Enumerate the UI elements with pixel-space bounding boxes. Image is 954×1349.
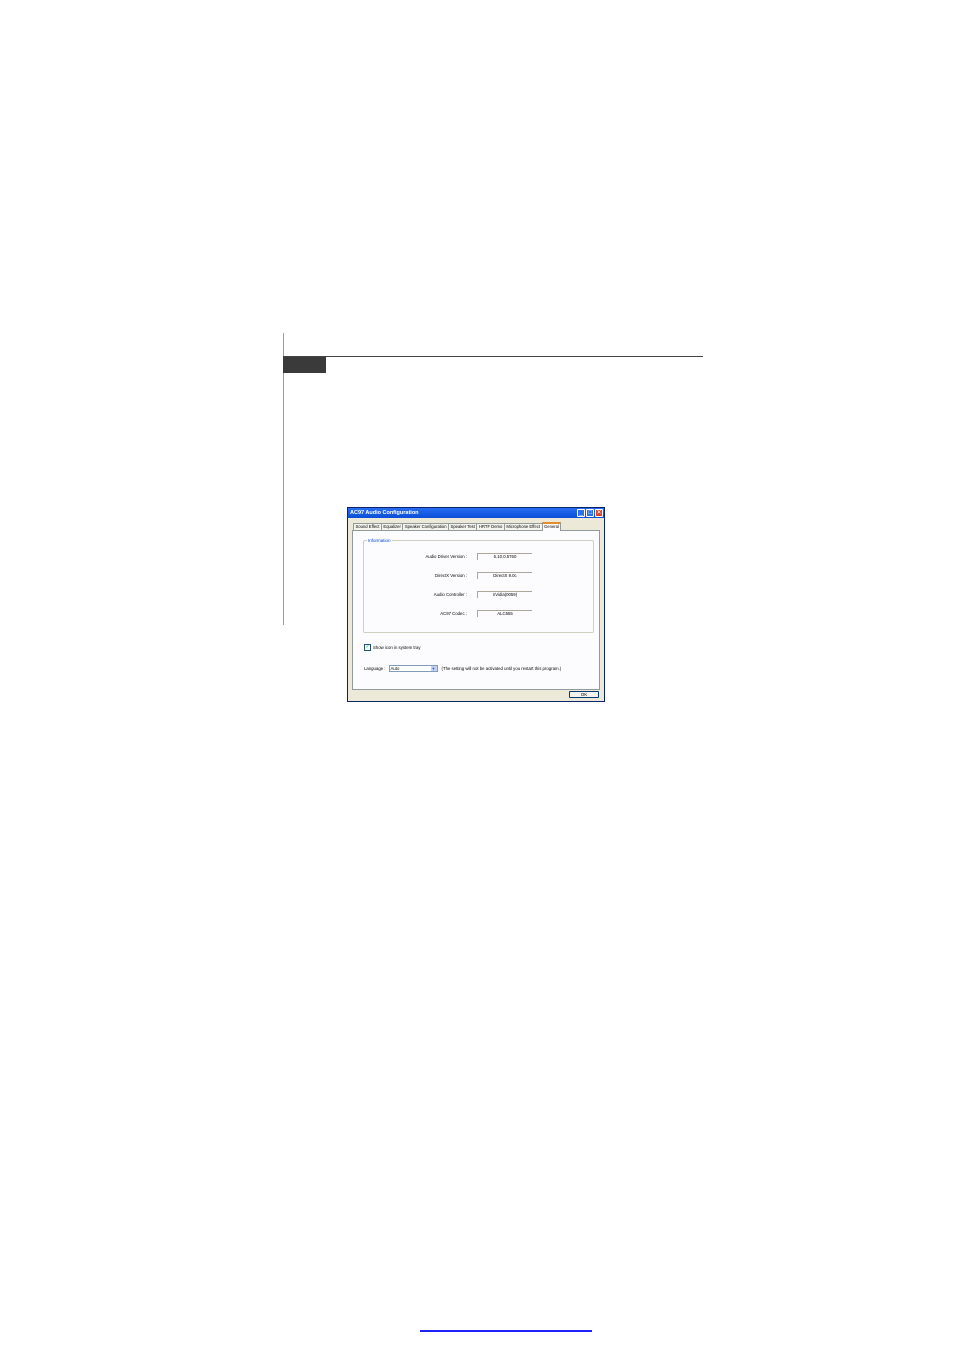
page-header-tab xyxy=(283,357,326,373)
ac97-config-window: AC97 Audio Configuration _ □ ✕ Sound Eff… xyxy=(347,507,605,702)
tab-hrtf-demo[interactable]: HRTF Demo xyxy=(476,523,505,530)
system-tray-option: ✓ Show icon in system tray xyxy=(364,644,421,651)
window-title: AC97 Audio Configuration xyxy=(350,510,419,516)
language-note: (The setting will not be activated until… xyxy=(441,666,562,671)
tab-microphone-effect[interactable]: Microphone Effect xyxy=(503,523,543,530)
system-tray-checkbox[interactable]: ✓ xyxy=(364,644,371,651)
tab-general[interactable]: General xyxy=(541,522,562,531)
language-selected-value: Auto xyxy=(390,666,400,671)
info-label: AC97 Codec : xyxy=(440,611,467,616)
info-row-audio-controller: Audio Controller : nVidia(0059) xyxy=(364,591,593,599)
language-select[interactable]: Auto ▼ xyxy=(388,665,438,672)
page-header-rule xyxy=(283,356,703,357)
ok-button[interactable]: OK xyxy=(569,691,599,698)
info-value: DirectX 9.0c xyxy=(477,572,532,579)
info-row-ac97-codec: AC97 Codec : ALC655 xyxy=(364,610,593,618)
title-bar[interactable]: AC97 Audio Configuration _ □ ✕ xyxy=(348,508,604,518)
info-label: DirectX Version : xyxy=(435,573,467,578)
info-value: 5.10.0.5760 xyxy=(477,553,532,560)
info-label: Audio Controller : xyxy=(433,592,467,597)
page-margin-line xyxy=(283,333,284,625)
chevron-down-icon[interactable]: ▼ xyxy=(430,666,437,671)
info-value: nVidia(0059) xyxy=(477,591,532,598)
general-panel: Information Audio Driver Version : 5.10.… xyxy=(352,530,600,690)
minimize-button[interactable]: _ xyxy=(577,509,585,517)
language-label: Language : xyxy=(364,666,386,671)
window-controls: _ □ ✕ xyxy=(577,509,603,517)
info-row-directx-version: DirectX Version : DirectX 9.0c xyxy=(364,572,593,580)
close-button[interactable]: ✕ xyxy=(595,509,603,517)
tab-sound-effect[interactable]: Sound Effect xyxy=(353,523,382,530)
tab-equalizer[interactable]: Equalizer xyxy=(380,523,404,530)
system-tray-label: Show icon in system tray xyxy=(373,645,421,650)
information-group-title: Information xyxy=(367,538,392,543)
info-value: ALC655 xyxy=(477,610,532,617)
maximize-button[interactable]: □ xyxy=(586,509,594,517)
information-group: Information Audio Driver Version : 5.10.… xyxy=(363,538,594,633)
info-row-driver-version: Audio Driver Version : 5.10.0.5760 xyxy=(364,553,593,561)
info-label: Audio Driver Version : xyxy=(425,554,467,559)
tab-speaker-configuration[interactable]: Speaker Configuration xyxy=(402,523,450,530)
language-row: Language : Auto ▼ (The setting will not … xyxy=(364,665,561,672)
footer-link-underline xyxy=(420,1330,592,1332)
tab-speaker-test[interactable]: Speaker Test xyxy=(448,523,478,530)
checkmark-icon: ✓ xyxy=(365,644,370,650)
